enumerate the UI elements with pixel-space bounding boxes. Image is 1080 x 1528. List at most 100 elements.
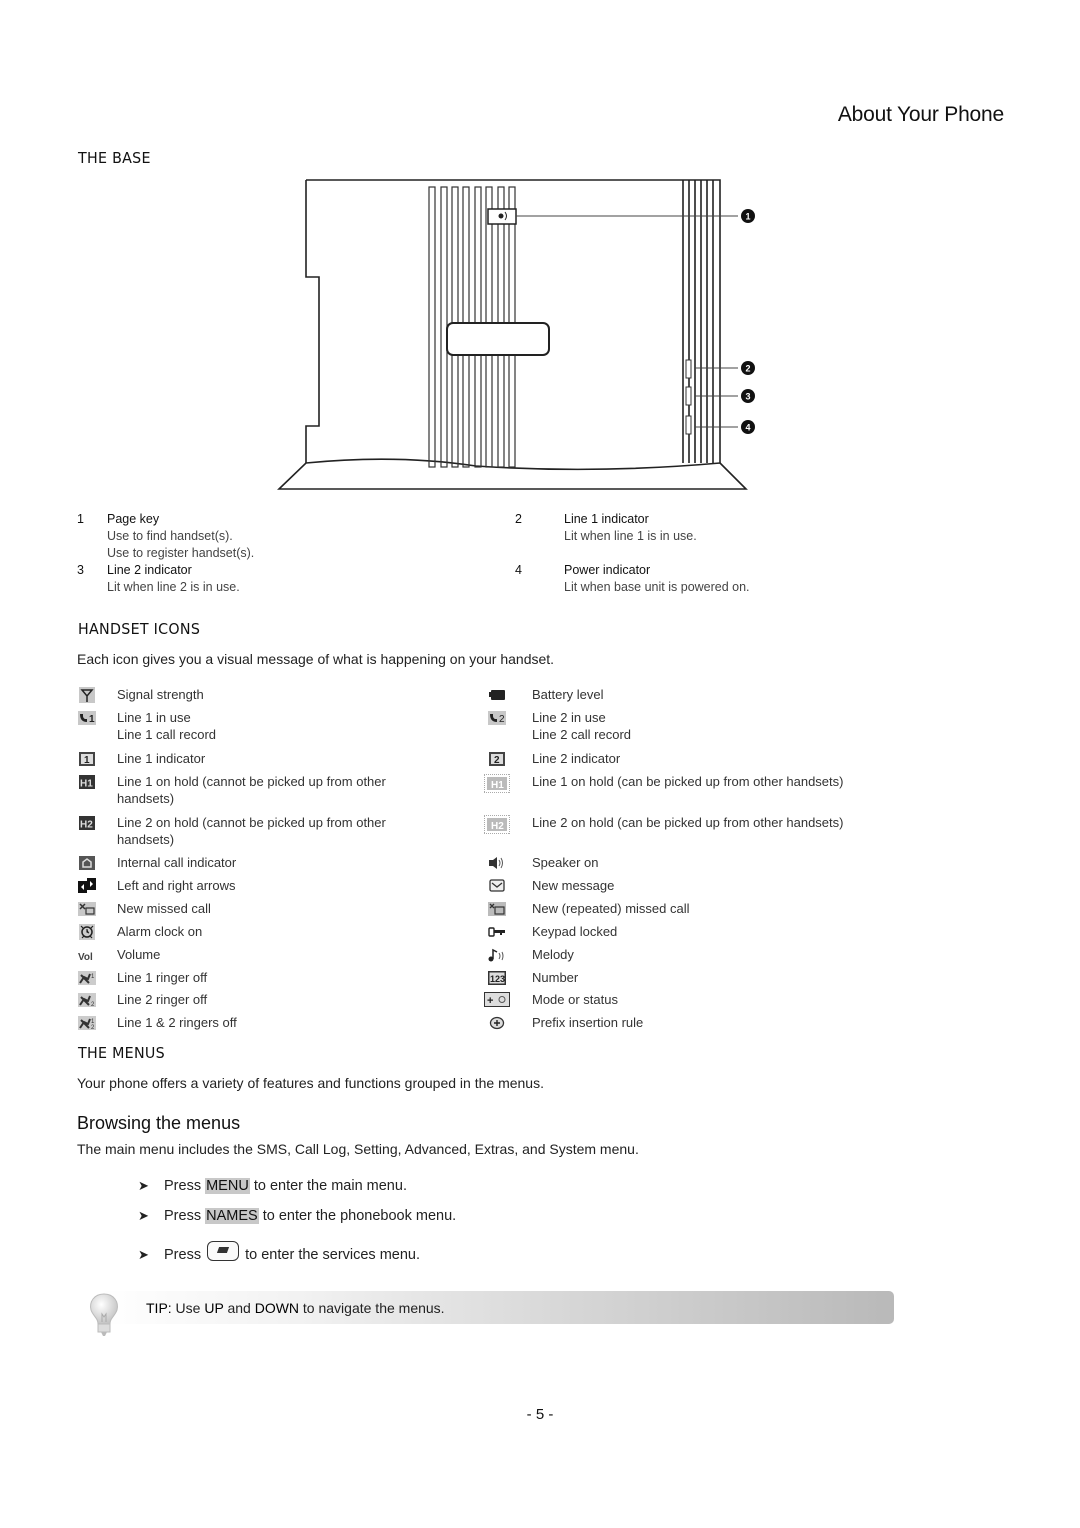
icon-row: 12 Line 1 & 2 ringers off: [78, 1014, 458, 1031]
prefix-rule-icon: [488, 1015, 506, 1030]
page-header-title: About Your Phone: [837, 103, 1004, 126]
svg-text:1: 1: [745, 212, 750, 222]
left-right-arrows-icon: [78, 877, 96, 893]
battery-icon: [488, 687, 506, 702]
icon-row: Battery level: [488, 686, 908, 703]
legend-item-line2-indicator: 3 Line 2 indicator Lit when line 2 is in…: [77, 563, 240, 594]
section-heading-base: THE BASE: [78, 149, 151, 167]
icon-row: New message: [488, 877, 908, 894]
svg-text:1: 1: [84, 755, 90, 766]
arrow-bullet-icon: ➤: [138, 1247, 149, 1262]
bullet-services-key: ➤ Press to enter the services menu.: [138, 1241, 420, 1263]
handset-icons-intro: Each icon gives you a visual message of …: [77, 651, 555, 667]
down-key-label: DOWN: [254, 1300, 300, 1316]
lightbulb-icon: [90, 1293, 118, 1336]
alarm-clock-icon: [78, 923, 96, 940]
callout-1: 1: [741, 209, 755, 223]
icon-row: Melody: [488, 946, 908, 963]
svg-text:H1: H1: [80, 778, 93, 789]
section-heading-menus: THE MENUS: [78, 1044, 165, 1062]
bullet-names-key: ➤ Press NAMES to enter the phonebook menu…: [138, 1208, 457, 1224]
svg-text:1: 1: [89, 714, 95, 725]
speaker-icon: [488, 855, 506, 870]
icon-row: Left and right arrows: [78, 877, 458, 894]
icon-row: H2 Line 2 on hold (can be picked up from…: [484, 814, 904, 848]
icon-row: New missed call: [78, 900, 458, 917]
svg-text:Vol: Vol: [78, 952, 93, 962]
tip-label: TIP:: [146, 1300, 172, 1316]
arrow-bullet-icon: ➤: [138, 1208, 149, 1223]
icon-row: H1 Line 1 on hold (cannot be picked up f…: [78, 774, 386, 806]
line1-hold-shared-icon: H1: [484, 774, 510, 793]
both-ringers-off-icon: 12: [78, 1015, 96, 1030]
volume-icon: Vol: [78, 947, 96, 962]
bullet-menu-key: ➤ Press MENU to enter the main menu.: [138, 1178, 407, 1194]
menu-key-label: MENU: [205, 1178, 250, 1194]
base-unit-diagram: 1 2 3 4: [277, 179, 755, 490]
icon-row: 1 Line 1 in use Line 1 call record: [78, 709, 458, 743]
melody-icon: [488, 947, 506, 962]
svg-text:2: 2: [494, 755, 500, 766]
icon-row: Speaker on: [488, 854, 908, 871]
line2-ringer-off-icon: 2: [78, 992, 96, 1007]
icon-row: + Mode or status: [484, 991, 904, 1008]
icon-row: Signal strength: [78, 686, 458, 703]
legend-item-power-indicator: 4 Power indicator Lit when base unit is …: [515, 563, 750, 594]
svg-text:3: 3: [745, 392, 750, 402]
line2-hold-icon: H2: [78, 815, 96, 830]
menus-intro: Your phone offers a variety of features …: [77, 1075, 544, 1091]
line2-indicator-icon: 2: [488, 751, 506, 766]
svg-text:4: 4: [745, 423, 750, 433]
line2-in-use-icon: 2: [488, 710, 506, 725]
line2-hold-shared-icon: H2: [484, 815, 510, 834]
handle-grip: [446, 322, 550, 356]
line1-indicator-icon: 1: [78, 751, 96, 766]
page-number: - 5 -: [526, 1406, 554, 1423]
missed-call-icon: [78, 901, 96, 916]
signal-strength-icon: [78, 686, 96, 703]
legend-item-line1-indicator: 2 Line 1 indicator Lit when line 1 is in…: [515, 512, 697, 543]
internal-call-icon: [78, 855, 96, 870]
svg-text:H1: H1: [491, 780, 504, 791]
icon-row: 1 Line 1 indicator: [78, 750, 458, 767]
icon-row: 1 Line 1 ringer off: [78, 969, 458, 986]
svg-text:+: +: [487, 995, 493, 1007]
number-icon: 123: [488, 970, 506, 985]
icon-row: Prefix insertion rule: [488, 1014, 908, 1031]
repeated-missed-call-icon: [488, 901, 506, 916]
icon-row: Keypad locked: [488, 923, 908, 940]
icon-row: 2 Line 2 in use Line 2 call record: [488, 709, 908, 743]
up-key-label: UP: [204, 1300, 224, 1316]
browsing-menus-heading: Browsing the menus: [77, 1113, 241, 1133]
section-heading-handset-icons: HANDSET ICONS: [78, 620, 201, 638]
icon-row: 2 Line 2 ringer off: [78, 991, 458, 1008]
browsing-menus-intro: The main menu includes the SMS, Call Log…: [77, 1141, 639, 1157]
icon-row: Alarm clock on: [78, 923, 458, 940]
icon-row: H2 Line 2 on hold (cannot be picked up f…: [78, 815, 386, 847]
menu-instructions-list: ➤ Press MENU to enter the main menu. ➤ Pre…: [138, 1178, 538, 1268]
svg-text:H2: H2: [491, 821, 504, 832]
icon-row: Internal call indicator: [78, 854, 458, 871]
callout-4: 4: [741, 420, 755, 434]
envelope-icon: [488, 878, 506, 893]
svg-text:2: 2: [745, 364, 750, 374]
callout-3: 3: [741, 389, 755, 403]
mode-status-icon: +: [484, 992, 510, 1007]
arrow-bullet-icon: ➤: [138, 1178, 149, 1193]
svg-text:123: 123: [490, 974, 505, 984]
svg-text:2: 2: [499, 714, 505, 725]
services-key-icon: [207, 1241, 240, 1261]
icon-row: Vol Volume: [78, 947, 161, 962]
line1-ringer-off-icon: 1: [78, 970, 96, 985]
svg-text:H2: H2: [80, 819, 93, 830]
names-key-label: NAMES: [205, 1208, 259, 1224]
icon-row: 2 Line 2 indicator: [488, 750, 908, 767]
icon-row: H1 Line 1 on hold (can be picked up from…: [484, 773, 904, 807]
icon-row: New (repeated) missed call: [488, 900, 908, 917]
line1-hold-icon: H1: [78, 774, 96, 789]
icon-row: 123 Number: [488, 970, 579, 985]
callout-2: 2: [741, 361, 755, 375]
key-icon: [488, 924, 506, 939]
line1-in-use-icon: 1: [78, 710, 96, 725]
tip-text: TIP: Use UP and DOWN to navigate the men…: [146, 1300, 445, 1316]
